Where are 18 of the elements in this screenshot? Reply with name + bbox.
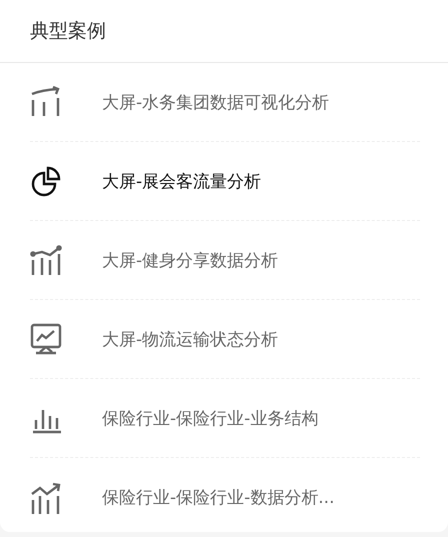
case-title: 大屏-健身分享数据分析 [102,250,278,272]
case-item[interactable]: 大屏-健身分享数据分析 [30,221,420,300]
case-title: 大屏-水务集团数据可视化分析 [102,92,330,114]
trend-chart-icon [30,86,62,118]
case-item[interactable]: 保险行业-保险行业-业务结构 [30,379,420,458]
bar-line-chart-icon [30,244,62,276]
case-title: 保险行业-保险行业-业务结构 [102,408,318,430]
case-title: 保险行业-保险行业-数据分析... [102,487,334,509]
case-item[interactable]: 大屏-水务集团数据可视化分析 [30,63,420,142]
case-item[interactable]: 大屏-展会客流量分析 [30,142,420,221]
panel-title: 典型案例 [30,19,106,44]
bar-trend-chart-icon [30,482,62,514]
case-item[interactable]: 保险行业-保险行业-数据分析... [30,458,420,532]
monitor-chart-icon [30,323,62,355]
case-title: 大屏-物流运输状态分析 [102,328,278,350]
case-title: 大屏-展会客流量分析 [102,170,262,192]
case-item[interactable]: 大屏-物流运输状态分析 [30,300,420,379]
pie-chart-icon [30,165,62,197]
